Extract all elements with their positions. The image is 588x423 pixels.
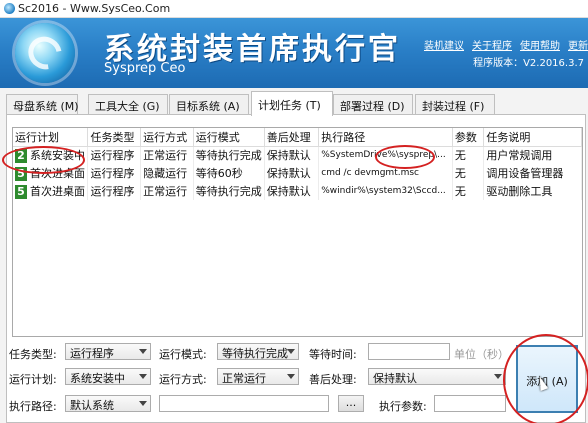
window-titlebar: Sc2016 - Www.SysCeo.Com	[0, 0, 588, 18]
table-header-row: 运行计划 任务类型 运行方式 运行模式 善后处理 执行路径 参数 任务说明	[13, 128, 582, 147]
col-header-run-style[interactable]: 运行方式	[140, 128, 194, 147]
cell-path: %SystemDrive%\sysprep\...	[318, 146, 453, 164]
path-input[interactable]	[159, 395, 329, 412]
chevron-down-icon	[139, 401, 147, 406]
tab-master-system[interactable]: 母盘系统 (M)	[6, 94, 79, 115]
app-subtitle: Sysprep Ceo	[104, 61, 186, 76]
cell-after: 保持默认	[264, 164, 320, 182]
cell-path: cmd /c devmgmt.msc	[318, 164, 453, 182]
window-title: Sc2016 - Www.SysCeo.Com	[18, 2, 171, 15]
cell-after: 保持默认	[264, 182, 320, 200]
cell-schedule: 首次进桌面	[30, 167, 85, 180]
cell-run-style: 正常运行	[140, 182, 194, 200]
chevron-down-icon	[287, 349, 295, 354]
table-row[interactable]: 5 首次进桌面 运行程序 隐藏运行 等待60秒 保持默认 cmd /c devmg…	[13, 164, 582, 182]
task-type-value: 运行程序	[70, 347, 114, 360]
schedule-value: 系统安装中	[70, 372, 125, 385]
header-links: 装机建议 关于程序 使用帮助 更新	[424, 37, 588, 52]
cell-run-style: 隐藏运行	[140, 164, 194, 182]
cell-params: 无	[452, 164, 485, 182]
run-mode-value: 等待执行完成	[222, 347, 288, 360]
cell-schedule: 系统安装中	[30, 149, 85, 163]
cell-params: 无	[452, 182, 485, 200]
col-header-task-type[interactable]: 任务类型	[87, 128, 142, 147]
col-header-params[interactable]: 参数	[452, 128, 485, 147]
schedule-label: 运行计划:	[9, 373, 57, 386]
tab-bar: 母盘系统 (M) 工具大全 (G) 目标系统 (A) 计划任务 (T) 部署过程…	[6, 91, 586, 116]
step-number-badge: 5	[15, 167, 27, 181]
task-type-label: 任务类型:	[9, 348, 57, 361]
tab-package[interactable]: 封装过程 (F)	[415, 94, 495, 115]
after-select[interactable]: 保持默认	[368, 368, 506, 385]
table-row[interactable]: 5 首次进桌面 运行程序 正常运行 等待执行完成 保持默认 %windir%\sy…	[13, 182, 582, 200]
path-root-select[interactable]: 默认系统	[65, 395, 151, 412]
table-row[interactable]: 2 系统安装中 运行程序 正常运行 等待执行完成 保持默认 %SystemDriv…	[13, 146, 582, 164]
run-style-value: 正常运行	[222, 372, 266, 385]
cell-description: 用户常规调用	[483, 146, 582, 164]
cell-description: 调用设备管理器	[483, 164, 582, 182]
chevron-down-icon	[139, 374, 147, 379]
tab-target-system[interactable]: 目标系统 (A)	[169, 94, 249, 115]
after-label: 善后处理:	[309, 373, 357, 386]
params-input[interactable]	[434, 395, 506, 412]
link-help[interactable]: 使用帮助	[520, 37, 560, 52]
cell-run-mode: 等待60秒	[193, 164, 265, 182]
run-mode-label: 运行模式:	[159, 348, 207, 361]
col-header-path[interactable]: 执行路径	[318, 128, 453, 147]
cell-task-type: 运行程序	[87, 164, 142, 182]
cell-schedule: 首次进桌面	[30, 185, 85, 198]
app-logo-icon	[15, 23, 75, 83]
chevron-down-icon	[139, 349, 147, 354]
link-update[interactable]: 更新	[568, 37, 588, 52]
header-banner: 系统封装首席执行官 Sysprep Ceo 装机建议 关于程序 使用帮助 更新 …	[0, 18, 588, 88]
run-style-select[interactable]: 正常运行	[217, 368, 299, 385]
cell-run-mode: 等待执行完成	[193, 146, 265, 164]
cell-params: 无	[452, 146, 485, 164]
tab-tools[interactable]: 工具大全 (G)	[88, 94, 168, 115]
tab-deploy[interactable]: 部署过程 (D)	[333, 94, 413, 115]
link-about[interactable]: 关于程序	[472, 37, 512, 52]
schedule-select[interactable]: 系统安装中	[65, 368, 151, 385]
chevron-down-icon	[494, 374, 502, 379]
col-header-after[interactable]: 善后处理	[264, 128, 320, 147]
version-label: 程序版本：V2.2016.3.7	[473, 58, 584, 69]
col-header-description[interactable]: 任务说明	[483, 128, 582, 147]
path-root-value: 默认系统	[70, 399, 114, 412]
add-button[interactable]: 添加 (A)	[516, 345, 578, 413]
cell-description: 驱动删除工具	[483, 182, 582, 200]
after-value: 保持默认	[373, 372, 417, 385]
wait-time-input[interactable]	[368, 343, 450, 360]
task-table: 运行计划 任务类型 运行方式 运行模式 善后处理 执行路径 参数 任务说明 2系…	[13, 128, 582, 200]
unit-hint: 单位（秒）	[454, 348, 509, 361]
cell-task-type: 运行程序	[87, 146, 142, 164]
task-type-select[interactable]: 运行程序	[65, 343, 151, 360]
app-icon	[4, 3, 15, 14]
path-label: 执行路径:	[9, 400, 57, 413]
step-number-badge: 5	[15, 185, 27, 199]
cell-path: %windir%\system32\Sccd...	[318, 182, 453, 200]
col-header-run-mode[interactable]: 运行模式	[193, 128, 265, 147]
browse-button[interactable]: ...	[338, 395, 364, 412]
run-style-label: 运行方式:	[159, 373, 207, 386]
cell-run-style: 正常运行	[140, 146, 194, 164]
col-header-schedule[interactable]: 运行计划	[13, 128, 89, 147]
chevron-down-icon	[287, 374, 295, 379]
cell-run-mode: 等待执行完成	[193, 182, 265, 200]
tasks-panel: 运行计划 任务类型 运行方式 运行模式 善后处理 执行路径 参数 任务说明 2系…	[6, 114, 586, 423]
task-grid[interactable]: 运行计划 任务类型 运行方式 运行模式 善后处理 执行路径 参数 任务说明 2系…	[12, 127, 583, 337]
link-install-advice[interactable]: 装机建议	[424, 37, 464, 52]
params-label: 执行参数:	[379, 400, 427, 413]
step-number-badge: 2	[15, 149, 27, 164]
cell-after: 保持默认	[264, 146, 320, 164]
run-mode-select[interactable]: 等待执行完成	[217, 343, 299, 360]
tab-scheduled-tasks[interactable]: 计划任务 (T)	[251, 91, 333, 116]
wait-time-label: 等待时间:	[309, 348, 357, 361]
cell-task-type: 运行程序	[87, 182, 142, 200]
